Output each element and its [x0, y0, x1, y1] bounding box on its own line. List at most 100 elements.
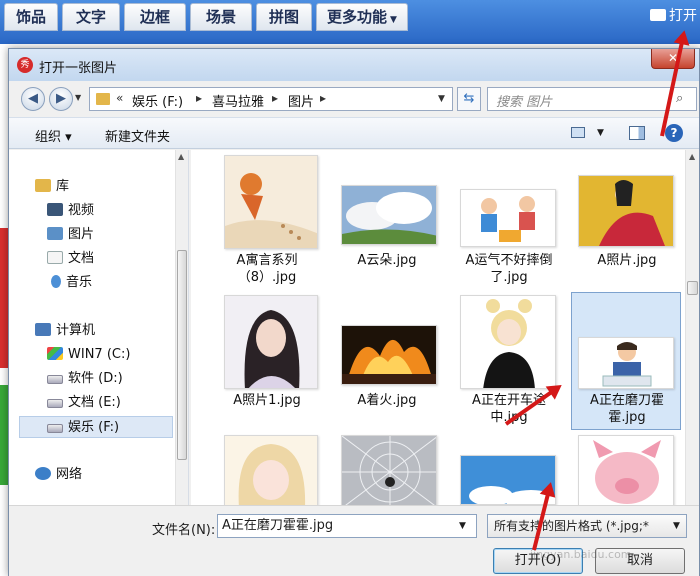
chevron-down-icon: ▼: [390, 15, 397, 25]
address-segment-drive[interactable]: 娱乐 (F:): [132, 91, 183, 110]
new-folder-button[interactable]: 新建文件夹: [105, 126, 170, 145]
filename-label: 文件名(N):: [152, 523, 216, 538]
nav-item-network[interactable]: 网络: [35, 464, 82, 486]
nav-item-library[interactable]: 库: [35, 176, 69, 198]
nav-item-documents[interactable]: 文档: [47, 248, 94, 270]
nav-item-drive-c[interactable]: WIN7 (C:): [47, 344, 130, 366]
address-prefix[interactable]: «: [116, 91, 123, 105]
pictures-icon: [47, 227, 63, 240]
file-name: A正在磨刀霍霍.jpg: [590, 393, 664, 425]
windows-drive-icon: [47, 347, 63, 360]
address-segment-folder[interactable]: 喜马拉雅: [212, 91, 264, 110]
folder-icon: [96, 93, 110, 105]
scroll-up-icon[interactable]: ▲: [689, 152, 695, 161]
scroll-up-icon[interactable]: ▲: [178, 152, 184, 161]
thumbnail-fable: [224, 155, 318, 249]
file-item[interactable]: [211, 432, 321, 505]
file-item[interactable]: A寓言系列（8）.jpg: [211, 152, 321, 290]
nav-label: 音乐: [66, 275, 93, 290]
preview-pane-icon[interactable]: [629, 126, 645, 140]
file-item[interactable]: A照片.jpg: [571, 152, 681, 290]
thumbnail-sharpening: [578, 337, 674, 389]
folder-icon: [650, 9, 666, 21]
tab-label: 文字: [75, 8, 106, 26]
tab-scene[interactable]: 场景: [190, 3, 252, 31]
nav-item-computer[interactable]: 计算机: [35, 320, 95, 342]
drive-icon: [47, 375, 63, 384]
view-mode-icon[interactable]: [571, 127, 585, 138]
help-icon[interactable]: ?: [665, 124, 683, 142]
nav-item-video[interactable]: 视频: [47, 200, 94, 222]
tab-collage[interactable]: 拼图: [256, 3, 312, 31]
open-top-button[interactable]: 打开: [650, 5, 700, 27]
file-grid-scrollbar[interactable]: ▲: [685, 150, 699, 505]
search-placeholder: 搜索 图片: [496, 95, 553, 110]
address-segment-current[interactable]: 图片: [288, 91, 314, 110]
tab-border[interactable]: 边框: [124, 3, 186, 31]
filename-dropdown-icon[interactable]: ▼: [459, 521, 466, 531]
filetype-select[interactable]: 所有支持的图片格式 (*.jpg;*: [487, 514, 687, 538]
file-item[interactable]: A照片1.jpg: [211, 292, 321, 430]
file-name: A着火.jpg: [357, 393, 417, 408]
thumbnail-driving: [460, 295, 556, 389]
file-name: A云朵.jpg: [357, 253, 417, 268]
nav-label: 娱乐 (F:): [68, 420, 120, 435]
file-item[interactable]: A运气不好摔倒了.jpg: [453, 152, 563, 290]
app-toolbar: 饰品 文字 边框 场景 拼图 更多功能 ▼ 打开: [0, 0, 700, 44]
nav-label: WIN7 (C:): [68, 347, 131, 362]
back-button[interactable]: ◀: [21, 87, 45, 111]
file-item[interactable]: [571, 432, 681, 505]
forward-button[interactable]: ▶: [49, 87, 73, 111]
tab-accessories[interactable]: 饰品: [4, 3, 58, 31]
nav-scrollbar[interactable]: ▲: [175, 150, 188, 505]
drive-icon: [47, 424, 63, 433]
close-button[interactable]: ✕: [651, 49, 695, 69]
command-bar: 组织 ▾ 新建文件夹 ▼ ?: [9, 117, 699, 149]
chevron-right-icon[interactable]: ▸: [196, 91, 202, 105]
app-logo-icon: 秀: [17, 57, 33, 73]
navigation-pane: 库 视频 图片 文档 音乐 计算机 WIN7 (C:) 软件 (D:) 文档 (…: [9, 150, 189, 505]
address-bar[interactable]: « 娱乐 (F:) ▸ 喜马拉雅 ▸ 图片 ▸ ▼: [89, 87, 453, 111]
file-name: A寓言系列（8）.jpg: [236, 253, 298, 285]
view-dropdown-icon[interactable]: ▼: [597, 128, 604, 138]
file-item[interactable]: [331, 432, 441, 505]
open-top-label: 打开: [669, 8, 697, 24]
document-icon: [47, 251, 63, 264]
file-item[interactable]: A云朵.jpg: [331, 152, 441, 290]
nav-label: 图片: [68, 227, 95, 242]
nav-item-drive-e[interactable]: 文档 (E:): [47, 392, 121, 414]
nav-label: 视频: [68, 203, 95, 218]
address-dropdown-icon[interactable]: ▼: [438, 94, 445, 104]
tab-label: 拼图: [268, 8, 299, 26]
nav-item-pictures[interactable]: 图片: [47, 224, 94, 246]
filetype-dropdown-icon[interactable]: ▼: [673, 521, 680, 531]
nav-label: 文档: [68, 251, 95, 266]
nav-label: 库: [56, 179, 70, 194]
file-item[interactable]: A正在开车途中.jpg: [453, 292, 563, 430]
computer-icon: [35, 323, 51, 336]
organize-button[interactable]: 组织 ▾: [35, 126, 72, 145]
watermark: jingyan.baidu.com: [530, 548, 632, 561]
nav-label: 软件 (D:): [68, 371, 123, 386]
chevron-right-icon[interactable]: ▸: [320, 91, 326, 105]
file-name: A照片.jpg: [597, 253, 657, 268]
arrow-left-icon: ◀: [28, 91, 38, 106]
file-item-selected[interactable]: A正在磨刀霍霍.jpg: [571, 292, 681, 430]
nav-item-drive-f[interactable]: 娱乐 (F:): [19, 416, 173, 438]
scrollbar-thumb[interactable]: [687, 281, 698, 295]
nav-item-drive-d[interactable]: 软件 (D:): [47, 368, 123, 390]
tab-more-features[interactable]: 更多功能 ▼: [316, 3, 408, 31]
dialog-titlebar: 秀 打开一张图片 ✕: [9, 49, 699, 81]
file-name: A照片1.jpg: [233, 393, 301, 408]
chevron-right-icon[interactable]: ▸: [272, 91, 278, 105]
tab-text[interactable]: 文字: [62, 3, 120, 31]
file-item[interactable]: A着火.jpg: [331, 292, 441, 430]
nav-item-music[interactable]: 音乐: [51, 272, 92, 294]
recent-locations-dropdown[interactable]: ▼: [75, 93, 81, 102]
filename-input[interactable]: A正在磨刀霍霍.jpg: [217, 514, 477, 538]
thumbnail-spider-web: [341, 435, 437, 505]
scrollbar-thumb[interactable]: [177, 250, 187, 460]
arrow-right-icon: ▶: [56, 91, 66, 106]
refresh-button[interactable]: ⇆: [457, 87, 481, 111]
music-icon: [51, 275, 61, 288]
